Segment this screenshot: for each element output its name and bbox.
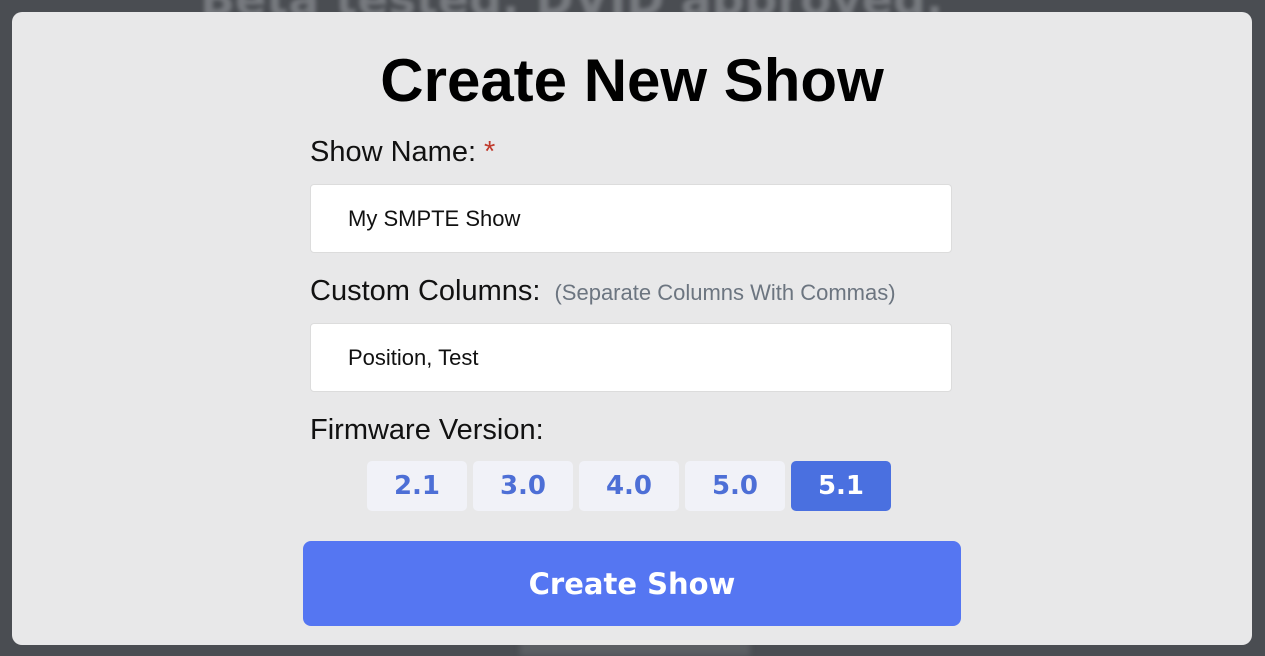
custom-columns-hint: (Separate Columns With Commas)	[554, 280, 896, 305]
firmware-version-label: Firmware Version:	[310, 414, 544, 446]
firmware-version-3-0-button[interactable]: 3.0	[473, 461, 573, 511]
create-show-modal: Create New Show Show Name:* Custom Colum…	[12, 12, 1252, 645]
firmware-version-5-1-button[interactable]: 5.1	[791, 461, 891, 511]
required-asterisk: *	[484, 136, 496, 168]
firmware-version-selector: 2.1 3.0 4.0 5.0 5.1	[367, 461, 891, 511]
modal-title: Create New Show	[380, 47, 884, 114]
firmware-version-2-1-button[interactable]: 2.1	[367, 461, 467, 511]
show-name-label: Show Name: *	[310, 136, 495, 169]
firmware-version-4-0-button[interactable]: 4.0	[579, 461, 679, 511]
firmware-version-5-0-button[interactable]: 5.0	[685, 461, 785, 511]
custom-columns-input[interactable]	[310, 323, 952, 392]
custom-columns-label: Custom Columns: (Separate Columns With Co…	[310, 275, 896, 308]
custom-columns-label-text: Custom Columns:	[310, 275, 541, 307]
show-name-label-text: Show Name:	[310, 136, 477, 168]
create-show-button[interactable]: Create Show	[303, 541, 961, 626]
show-name-input[interactable]	[310, 184, 952, 253]
